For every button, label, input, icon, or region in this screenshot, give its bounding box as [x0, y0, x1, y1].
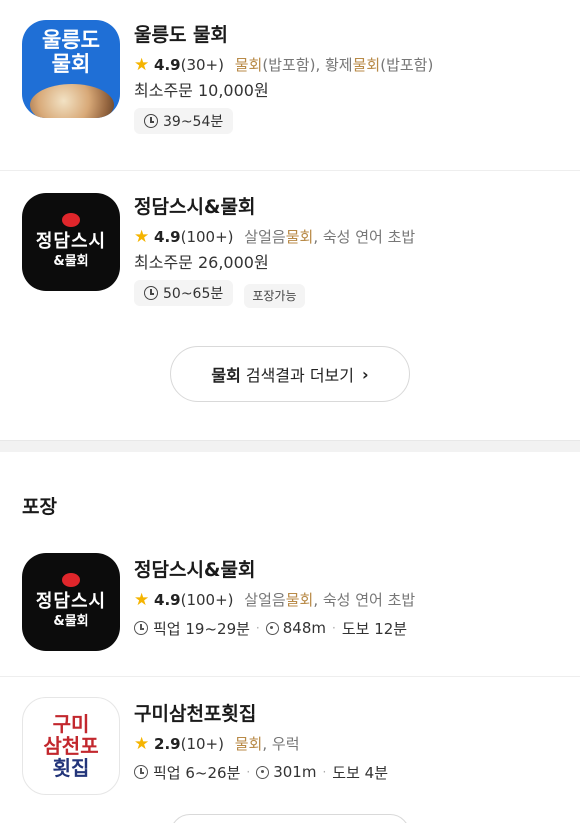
more-pickup-button[interactable]	[170, 814, 410, 823]
delivery-time-chip: 50~65분	[134, 280, 234, 306]
fish-icon	[62, 213, 80, 227]
delivery-time-chip: 39~54분	[134, 108, 234, 134]
menu-summary: 살얼음물회, 숙성 연어 초밥	[244, 228, 415, 246]
store-info: 구미삼천포횟집 ★ 2.9(10+) 물회, 우럭 픽업 6~26분 · 301…	[134, 701, 388, 783]
distance: 848m	[282, 619, 326, 637]
store-logo: 울릉도 물회	[22, 20, 120, 118]
logo-line2: &물회	[53, 254, 89, 269]
menu-summary: 물회(밥포함), 황제물회(밥포함)	[235, 56, 434, 74]
pickup-time: 픽업 6~26분	[153, 763, 241, 782]
clock-icon	[134, 621, 148, 635]
menu-part: , 우럭	[262, 735, 300, 753]
separator: ·	[322, 765, 327, 779]
rating-value: 2.9	[154, 735, 181, 753]
menu-part: 물회	[234, 56, 263, 74]
clock-icon	[134, 765, 148, 779]
walk-time: 도보 12분	[341, 619, 408, 638]
logo-line2: 삼천포	[43, 734, 99, 758]
food-image	[30, 84, 114, 118]
clock-icon	[144, 114, 158, 128]
separator: ·	[332, 621, 336, 635]
section-divider	[0, 440, 580, 452]
star-icon: ★	[134, 590, 150, 610]
min-order: 최소주문 26,000원	[134, 253, 269, 272]
store-info: 울릉도 물회 ★ 4.9(30+) 물회(밥포함), 황제물회(밥포함) 최소주…	[134, 22, 433, 134]
rating-row: ★ 2.9(10+) 물회, 우럭	[134, 733, 388, 755]
rating-row: ★ 4.9(30+) 물회(밥포함), 황제물회(밥포함)	[134, 54, 433, 76]
separator: ·	[246, 765, 251, 779]
review-count: (100+)	[180, 591, 234, 609]
clock-icon	[144, 286, 158, 300]
takeout-badge: 포장가능	[244, 283, 305, 308]
store-logo: 구미 삼천포 횟집	[22, 697, 120, 795]
pickup-card-gumi[interactable]: 구미 삼천포 횟집 구미삼천포횟집 ★ 2.9(10+) 물회, 우럭 픽업 6…	[0, 677, 580, 817]
fish-icon	[62, 573, 80, 587]
rating-value: 4.9	[154, 591, 181, 609]
menu-part: 살얼음	[244, 228, 286, 246]
min-order: 최소주문 10,000원	[134, 81, 269, 100]
store-info: 정담스시&물회 ★ 4.9(100+) 살얼음물회, 숙성 연어 초밥 최소주문…	[134, 194, 415, 308]
pickup-time: 픽업 19~29분	[153, 619, 250, 638]
pickup-row: 픽업 19~29분 · 848m · 도보 12분	[134, 617, 415, 639]
delivery-time: 50~65분	[163, 286, 224, 302]
star-icon: ★	[134, 55, 150, 75]
rating-row: ★ 4.9(100+) 살얼음물회, 숙성 연어 초밥	[134, 226, 415, 248]
rating-value: 4.9	[154, 228, 181, 246]
store-name: 구미삼천포횟집	[134, 703, 257, 725]
menu-part: 물회	[285, 228, 314, 246]
store-name: 정담스시&물회	[134, 559, 256, 581]
menu-summary: 살얼음물회, 숙성 연어 초밥	[244, 591, 415, 609]
store-card-jeongdam[interactable]: 정담스시 &물회 정담스시&물회 ★ 4.9(100+) 살얼음물회, 숙성 연…	[0, 171, 580, 331]
star-icon: ★	[134, 734, 150, 754]
menu-part: 물회	[234, 735, 263, 753]
review-count: (10+)	[180, 735, 224, 753]
rating-row: ★ 4.9(100+) 살얼음물회, 숙성 연어 초밥	[134, 589, 415, 611]
logo-line1: 정담스시	[35, 591, 107, 612]
tags-row: 39~54분	[134, 108, 433, 134]
menu-part: , 숙성 연어 초밥	[313, 591, 416, 609]
section-title-pickup: 포장	[22, 496, 57, 518]
menu-part: (밥포함), 황제	[262, 56, 353, 74]
logo-line3: 횟집	[52, 756, 90, 780]
logo-line1: 정담스시	[35, 231, 107, 252]
logo-line1: 울릉도	[42, 28, 100, 52]
pickup-card-jeongdam[interactable]: 정담스시 &물회 정담스시&물회 ★ 4.9(100+) 살얼음물회, 숙성 연…	[0, 535, 580, 675]
chevron-right-icon: ›	[362, 364, 369, 384]
tags-row: 50~65분 포장가능	[134, 280, 415, 308]
more-keyword: 물회	[211, 366, 241, 385]
more-label: 검색결과 더보기	[245, 366, 354, 385]
location-pin-icon	[256, 765, 270, 779]
menu-part: 살얼음	[244, 591, 286, 609]
location-pin-icon	[265, 621, 279, 635]
review-count: (100+)	[180, 228, 234, 246]
store-card-uleungdo[interactable]: 울릉도 물회 울릉도 물회 ★ 4.9(30+) 물회(밥포함), 황제물회(밥…	[0, 0, 580, 170]
logo-line1: 구미	[52, 712, 90, 736]
menu-summary: 물회, 우럭	[235, 735, 300, 753]
separator: ·	[255, 621, 260, 635]
pickup-row: 픽업 6~26분 · 301m · 도보 4분	[134, 761, 388, 783]
more-results-button[interactable]: 물회 검색결과 더보기 ›	[170, 346, 410, 402]
store-name: 정담스시&물회	[134, 196, 256, 218]
store-info: 정담스시&물회 ★ 4.9(100+) 살얼음물회, 숙성 연어 초밥 픽업 1…	[134, 557, 415, 639]
logo-line2: &물회	[53, 614, 89, 629]
store-name: 울릉도 물회	[134, 24, 229, 46]
distance: 301m	[273, 763, 317, 781]
walk-time: 도보 4분	[332, 763, 388, 782]
menu-part: , 숙성 연어 초밥	[313, 228, 416, 246]
store-logo: 정담스시 &물회	[22, 553, 120, 651]
logo-line2: 물회	[51, 52, 91, 76]
menu-part: 물회	[352, 56, 381, 74]
rating-value: 4.9	[154, 56, 181, 74]
menu-part: 물회	[285, 591, 314, 609]
menu-part: (밥포함)	[380, 56, 434, 74]
review-count: (30+)	[180, 56, 224, 74]
star-icon: ★	[134, 227, 150, 247]
delivery-time: 39~54분	[163, 114, 224, 130]
store-logo: 정담스시 &물회	[22, 193, 120, 291]
